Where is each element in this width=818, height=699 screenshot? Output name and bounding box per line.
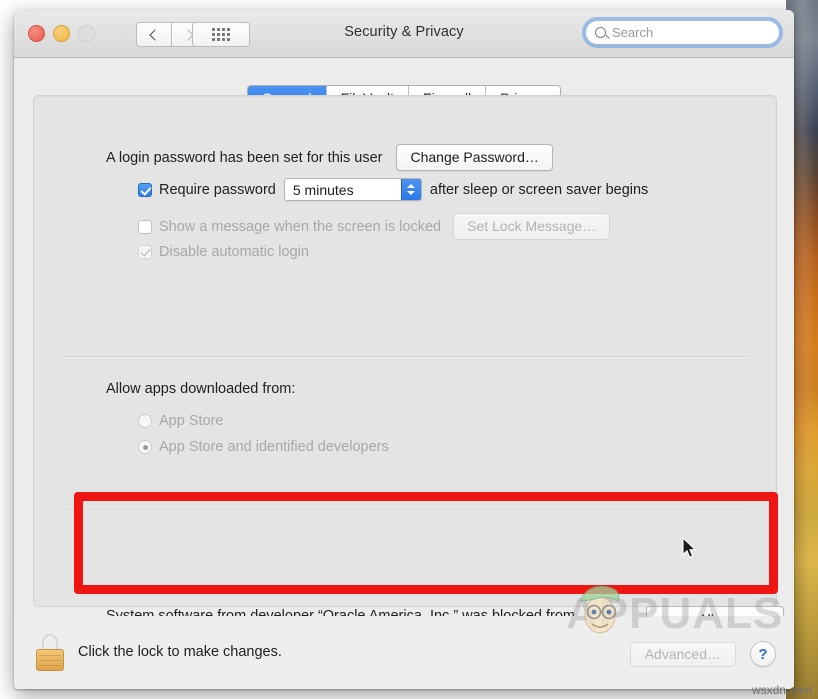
- site-credit-text: wsxdn.com: [751, 683, 812, 697]
- section-divider-top: [62, 356, 748, 357]
- window-titlebar: Security & Privacy Search: [14, 10, 794, 58]
- disable-automatic-login-label: Disable automatic login: [159, 244, 309, 260]
- require-password-row: Require password 5 minutes after sleep o…: [138, 178, 648, 201]
- stepper-arrows-icon[interactable]: [400, 179, 421, 200]
- screen: Security & Privacy Search General FileVa…: [0, 0, 818, 699]
- section-divider-bottom: [62, 509, 748, 510]
- login-password-row: A login password has been set for this u…: [106, 144, 553, 171]
- lock-closed-icon[interactable]: [36, 633, 64, 671]
- radio-identified-developers-icon: [138, 440, 152, 454]
- allow-apps-heading-row: Allow apps downloaded from:: [106, 381, 295, 397]
- radio-app-store-label: App Store: [159, 413, 224, 429]
- search-placeholder: Search: [612, 25, 654, 40]
- allow-apps-heading: Allow apps downloaded from:: [106, 381, 296, 397]
- help-button[interactable]: ?: [750, 641, 776, 667]
- radio-app-store-icon: [138, 414, 152, 428]
- advanced-button: Advanced…: [629, 642, 736, 667]
- window-footer: Click the lock to make changes. Advanced…: [14, 616, 794, 689]
- show-lock-message-label: Show a message when the screen is locked: [159, 218, 442, 235]
- allow-apps-option-app-store: App Store: [138, 413, 224, 429]
- show-lock-message-checkbox[interactable]: [138, 219, 152, 234]
- search-input[interactable]: Search: [582, 17, 783, 48]
- show-lock-message-row: Show a message when the screen is locked…: [138, 213, 611, 240]
- require-password-checkbox[interactable]: [138, 182, 152, 197]
- disable-automatic-login-row: Disable automatic login: [138, 244, 309, 260]
- lock-hint-text: Click the lock to make changes.: [78, 644, 282, 660]
- require-password-suffix: after sleep or screen saver begins: [429, 181, 649, 198]
- require-password-label: Require password: [159, 181, 276, 198]
- require-password-delay-value: 5 minutes: [292, 182, 354, 198]
- login-password-label: A login password has been set for this u…: [106, 149, 383, 166]
- disable-automatic-login-checkbox: [138, 245, 152, 259]
- search-icon: [595, 27, 606, 38]
- radio-identified-developers-label: App Store and identified developers: [159, 439, 389, 455]
- set-lock-message-button: Set Lock Message…: [453, 213, 611, 240]
- change-password-button[interactable]: Change Password…: [396, 144, 553, 171]
- security-privacy-window: Security & Privacy Search General FileVa…: [14, 10, 794, 689]
- search-field-wrapper[interactable]: Search: [582, 17, 783, 48]
- require-password-delay-stepper[interactable]: 5 minutes: [283, 178, 422, 201]
- general-pane: A login password has been set for this u…: [33, 95, 784, 645]
- allow-apps-option-identified-developers: App Store and identified developers: [138, 439, 389, 455]
- mouse-cursor-icon: [682, 537, 697, 558]
